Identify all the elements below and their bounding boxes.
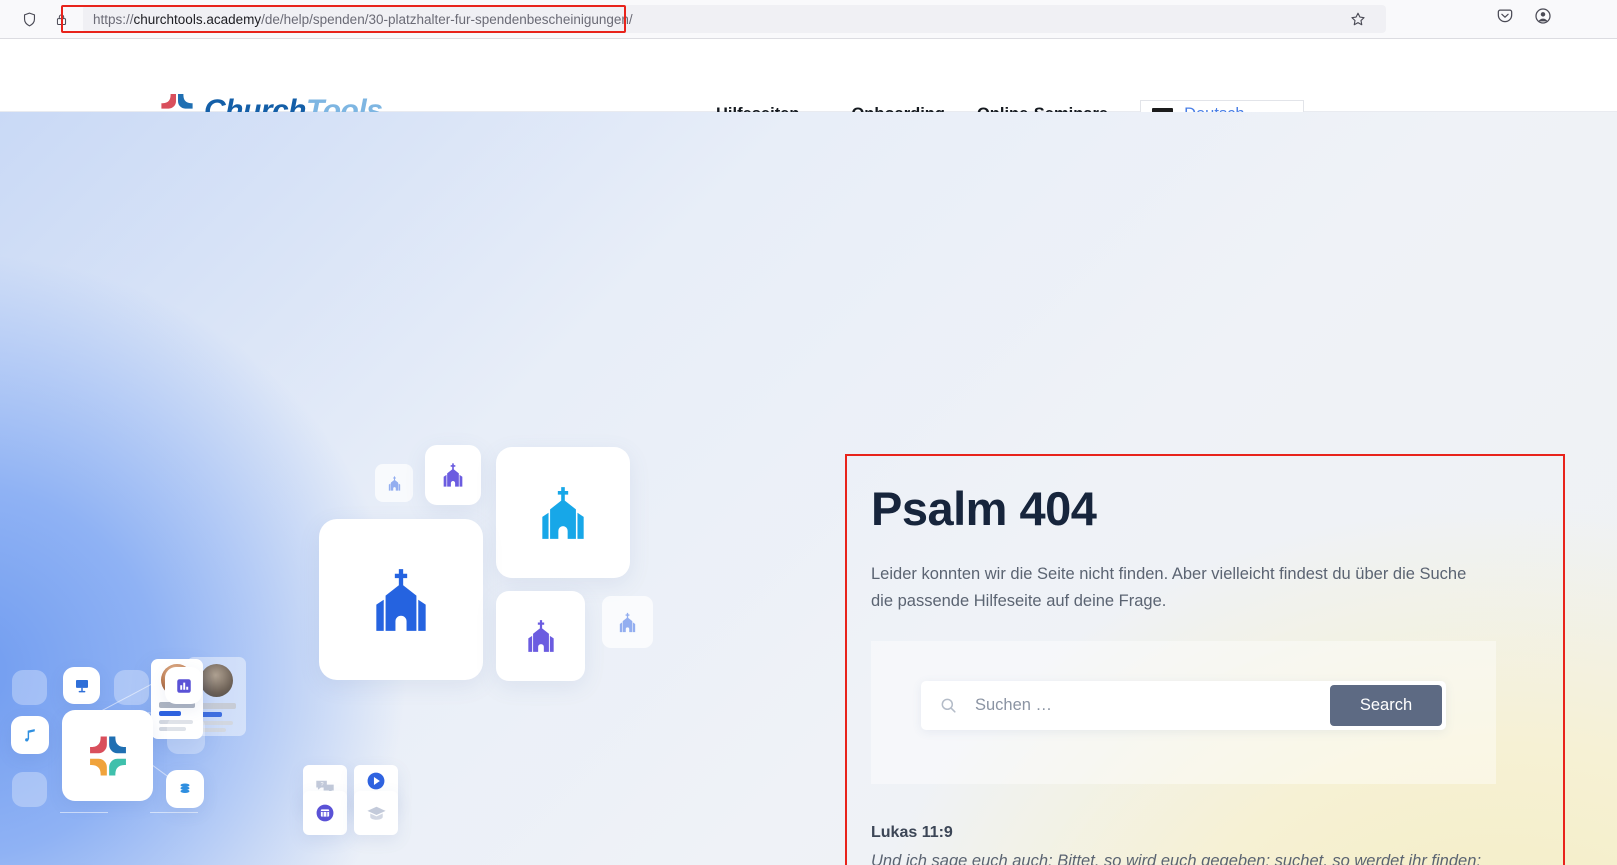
tile-connector bbox=[150, 812, 198, 813]
churchtools-logo-icon bbox=[89, 735, 126, 776]
account-avatar-icon[interactable] bbox=[1533, 6, 1553, 31]
module-tile-presentation bbox=[63, 667, 100, 704]
search-section: Search bbox=[871, 641, 1496, 784]
module-tile-empty bbox=[12, 670, 47, 705]
module-tile-chart bbox=[165, 667, 202, 704]
module-tile-education bbox=[354, 791, 398, 835]
music-note-icon bbox=[24, 728, 35, 742]
star-icon[interactable] bbox=[1330, 5, 1386, 33]
church-card-xs-1 bbox=[375, 464, 413, 502]
church-card-xl bbox=[319, 519, 483, 680]
search-input[interactable] bbox=[958, 696, 1330, 715]
page-title: Psalm 404 bbox=[871, 482, 1097, 535]
url-input[interactable]: https://churchtools.academy/de/help/spen… bbox=[83, 5, 1373, 33]
module-tile-empty bbox=[167, 716, 205, 754]
verse-reference: Lukas 11:9 bbox=[871, 824, 953, 841]
verse-text: Und ich sage euch auch: Bittet, so wird … bbox=[871, 852, 1481, 865]
error-description: Leider konnten wir die Seite nicht finde… bbox=[871, 565, 1467, 611]
error-panel: Psalm 404 Leider konnten wir die Seite n… bbox=[845, 454, 1565, 865]
lock-icon[interactable] bbox=[48, 6, 74, 32]
error-panel-inner: Psalm 404 Leider konnten wir die Seite n… bbox=[847, 456, 1563, 865]
browser-right-icons bbox=[1495, 6, 1553, 31]
calendar-building-icon bbox=[316, 804, 334, 822]
bar-chart-icon bbox=[176, 678, 191, 693]
church-card-lg bbox=[496, 447, 630, 578]
svg-text:?: ? bbox=[321, 782, 324, 788]
graduation-cap-icon bbox=[366, 806, 386, 820]
page-body: ? Psalm 404 Leider konnten wir die Seite… bbox=[0, 112, 1617, 865]
church-card-xs-2 bbox=[602, 596, 653, 648]
site-header: ChurchTools Hilfeseiten Onboarding Onlin… bbox=[0, 39, 1617, 130]
module-tile-empty bbox=[12, 772, 47, 807]
church-card-sm-2 bbox=[496, 591, 585, 681]
coins-stack-icon bbox=[180, 783, 190, 793]
church-icon bbox=[443, 463, 463, 487]
church-icon bbox=[376, 568, 426, 631]
presentation-icon bbox=[75, 679, 88, 692]
shield-icon[interactable] bbox=[16, 6, 42, 32]
search-icon bbox=[939, 696, 958, 715]
module-tile-finance bbox=[166, 770, 204, 808]
church-icon bbox=[388, 475, 400, 491]
avatar bbox=[200, 664, 233, 697]
church-icon bbox=[527, 620, 554, 652]
url-text: https://churchtools.academy/de/help/spen… bbox=[93, 11, 633, 27]
module-tile-empty bbox=[114, 670, 149, 705]
tile-connector bbox=[60, 812, 108, 813]
module-tile-calendar bbox=[303, 791, 347, 835]
play-video-icon bbox=[367, 772, 385, 789]
church-icon bbox=[542, 486, 584, 539]
church-card-sm-1 bbox=[425, 445, 481, 505]
url-bar-region: https://churchtools.academy/de/help/spen… bbox=[83, 5, 1617, 33]
module-tile-churchtools bbox=[62, 710, 153, 801]
search-button[interactable]: Search bbox=[1330, 685, 1442, 726]
pocket-save-icon[interactable] bbox=[1495, 6, 1515, 31]
screenshot-root: https://churchtools.academy/de/help/spen… bbox=[0, 0, 1617, 865]
module-tile-music bbox=[11, 716, 49, 754]
avatar bbox=[198, 703, 236, 709]
church-icon bbox=[619, 612, 636, 632]
search-bar[interactable]: Search bbox=[921, 681, 1446, 730]
